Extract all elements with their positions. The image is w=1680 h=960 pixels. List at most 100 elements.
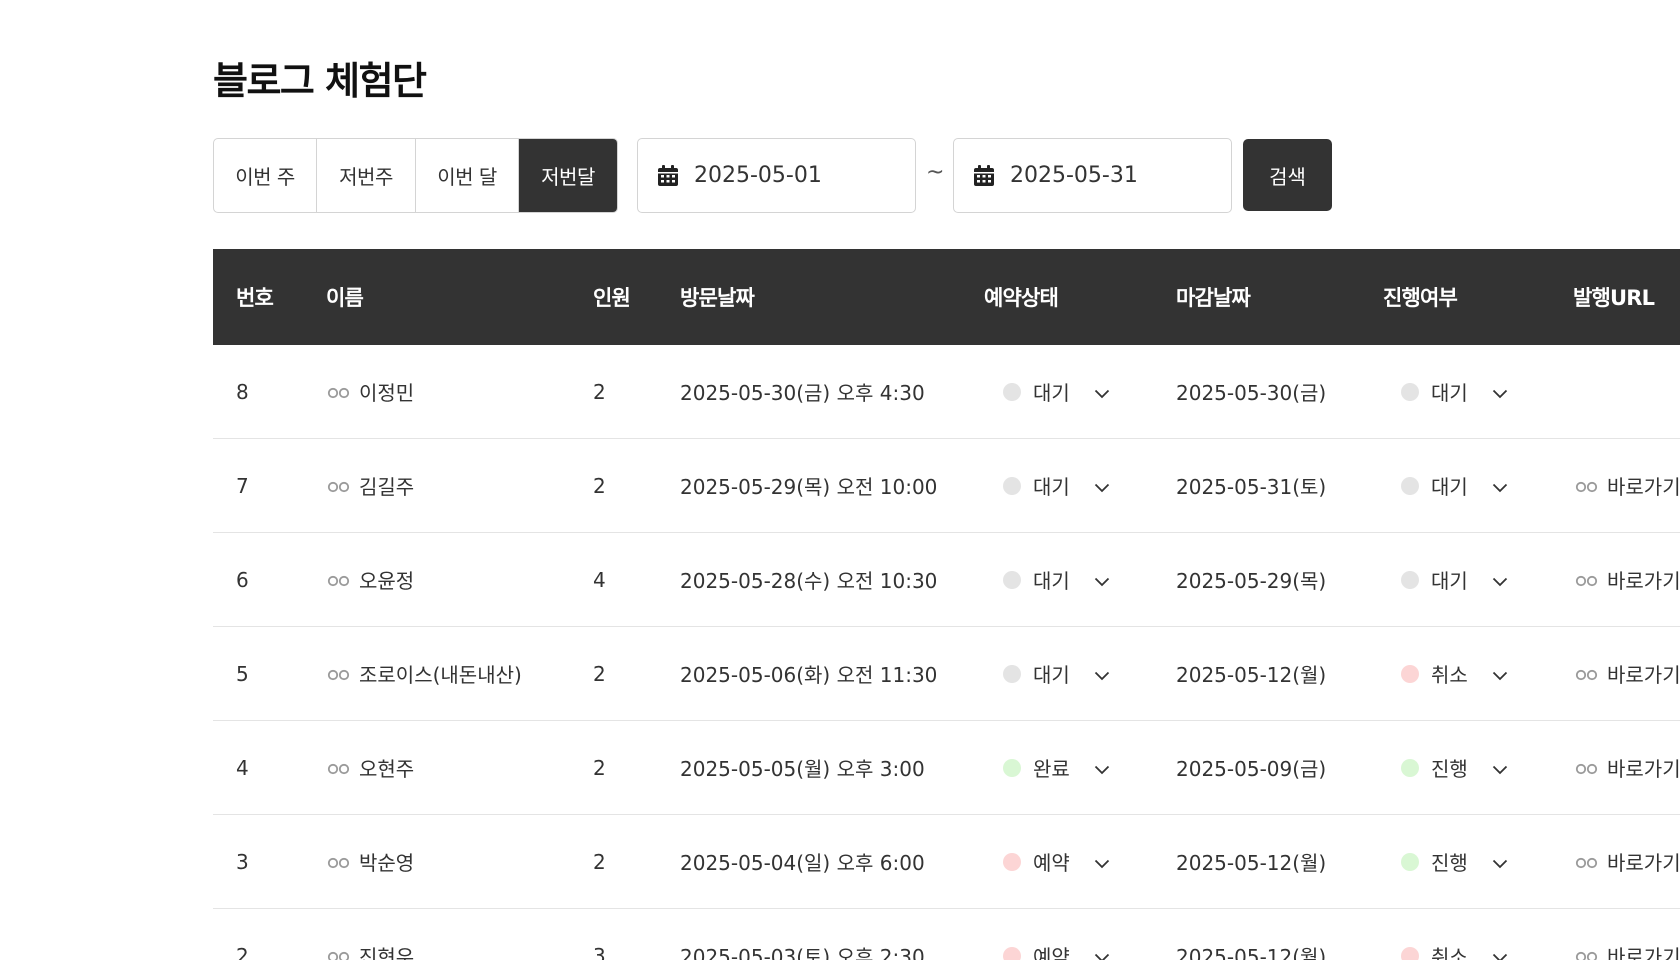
- link-icon: [327, 380, 351, 404]
- progress-status-text: 대기: [1431, 569, 1468, 593]
- table-header: 번호 이름 인원 방문날짜 예약상태 마감날짜 진행여부 발행URL: [213, 249, 1680, 345]
- row-visit-date: 2025-05-03(토) 오후 2:30: [680, 945, 925, 960]
- goto-url-text: 바로가기: [1607, 663, 1680, 687]
- chevron-down-icon: [1094, 756, 1110, 780]
- goto-url-link[interactable]: 바로가기: [1575, 909, 1680, 960]
- table-row: 6 오윤정 4 2025-05-28(수) 오전 10:30 대기 2025-05-29(…: [213, 533, 1680, 627]
- reservation-status-text: 예약: [1033, 945, 1070, 960]
- row-people: 2: [593, 379, 606, 404]
- link-icon: [327, 756, 351, 780]
- row-name: 조로이스(내돈내산): [327, 627, 522, 720]
- goto-url-text: 바로가기: [1607, 569, 1680, 593]
- link-icon: [1575, 850, 1599, 874]
- reservation-status-text: 대기: [1033, 663, 1070, 687]
- header-no: 번호: [236, 286, 274, 310]
- progress-status-select[interactable]: 대기: [1401, 439, 1508, 532]
- row-visit-date: 2025-05-04(일) 오후 6:00: [680, 851, 925, 875]
- header-reservation-status: 예약상태: [984, 286, 1059, 310]
- reservation-status-select[interactable]: 완료: [1003, 721, 1110, 814]
- reservation-status-select[interactable]: 대기: [1003, 627, 1110, 720]
- row-no: 5: [236, 661, 249, 686]
- row-name: 오윤정: [327, 533, 414, 626]
- goto-url-text: 바로가기: [1607, 851, 1680, 875]
- row-deadline: 2025-05-12(월): [1176, 945, 1327, 960]
- row-name-text: 김길주: [359, 475, 415, 499]
- progress-status-select[interactable]: 대기: [1401, 345, 1508, 438]
- row-name: 오현주: [327, 721, 414, 814]
- period-this-month-button[interactable]: 이번 달: [416, 139, 519, 212]
- status-dot: [1401, 758, 1419, 777]
- reservation-status-select[interactable]: 대기: [1003, 533, 1110, 626]
- row-name: 진현우: [327, 909, 414, 960]
- link-icon: [1575, 474, 1599, 498]
- status-dot: [1003, 570, 1021, 589]
- reservation-status-text: 완료: [1033, 757, 1070, 781]
- row-no: 2: [236, 943, 249, 960]
- status-dot: [1401, 382, 1419, 401]
- row-name-text: 이정민: [359, 381, 415, 405]
- table-row: 4 오현주 2 2025-05-05(월) 오후 3:00 완료 2025-05-09(금…: [213, 721, 1680, 815]
- table-row: 2 진현우 3 2025-05-03(토) 오후 2:30 예약 2025-05-12(월…: [213, 909, 1680, 960]
- progress-status-select[interactable]: 대기: [1401, 533, 1508, 626]
- reservation-status-select[interactable]: 예약: [1003, 815, 1110, 908]
- row-no: 6: [236, 567, 249, 592]
- goto-url-link[interactable]: 바로가기: [1575, 439, 1680, 532]
- end-date-input[interactable]: 2025-05-31: [953, 138, 1232, 213]
- link-icon: [1575, 568, 1599, 592]
- calendar-icon: [658, 164, 678, 186]
- progress-status-select[interactable]: 진행: [1401, 721, 1508, 814]
- goto-url-link[interactable]: 바로가기: [1575, 815, 1680, 908]
- row-visit-date: 2025-05-06(화) 오전 11:30: [680, 663, 938, 687]
- row-deadline: 2025-05-12(월): [1176, 851, 1327, 875]
- reservation-status-select[interactable]: 대기: [1003, 345, 1110, 438]
- header-people: 인원: [593, 286, 631, 310]
- reservation-status-select[interactable]: 대기: [1003, 439, 1110, 532]
- search-button[interactable]: 검색: [1243, 139, 1332, 211]
- start-date-input[interactable]: 2025-05-01: [637, 138, 916, 213]
- row-people: 2: [593, 661, 606, 686]
- table-row: 5 조로이스(내돈내산) 2 2025-05-06(화) 오전 11:30 대기 2025…: [213, 627, 1680, 721]
- row-people: 4: [593, 567, 606, 592]
- chevron-down-icon: [1492, 944, 1508, 960]
- status-dot: [1003, 476, 1021, 495]
- chevron-down-icon: [1492, 380, 1508, 404]
- link-icon: [1575, 944, 1599, 960]
- status-dot: [1401, 664, 1419, 683]
- table-row: 8 이정민 2 2025-05-30(금) 오후 4:30 대기 2025-05-30(금…: [213, 345, 1680, 439]
- period-last-week-button[interactable]: 저번주: [317, 139, 416, 212]
- row-visit-date: 2025-05-05(월) 오후 3:00: [680, 757, 925, 781]
- reservation-status-text: 대기: [1033, 381, 1070, 405]
- progress-status-text: 취소: [1431, 945, 1468, 960]
- goto-url-link[interactable]: 바로가기: [1575, 627, 1680, 720]
- status-dot: [1401, 570, 1419, 589]
- chevron-down-icon: [1492, 662, 1508, 686]
- row-people: 2: [593, 473, 606, 498]
- row-people: 2: [593, 849, 606, 874]
- period-this-week-button[interactable]: 이번 주: [214, 139, 317, 212]
- row-visit-date: 2025-05-30(금) 오후 4:30: [680, 381, 925, 405]
- row-deadline: 2025-05-09(금): [1176, 757, 1327, 781]
- status-dot: [1401, 476, 1419, 495]
- goto-url-link[interactable]: 바로가기: [1575, 721, 1680, 814]
- row-people: 3: [593, 943, 606, 960]
- progress-status-text: 취소: [1431, 663, 1468, 687]
- header-name: 이름: [326, 286, 364, 310]
- period-last-month-button[interactable]: 저번달: [519, 139, 617, 212]
- row-no: 4: [236, 755, 249, 780]
- goto-url-link[interactable]: 바로가기: [1575, 533, 1680, 626]
- reservation-table: 번호 이름 인원 방문날짜 예약상태 마감날짜 진행여부 발행URL 8 이정민 2…: [213, 249, 1680, 960]
- calendar-icon: [974, 164, 994, 186]
- progress-status-select[interactable]: 취소: [1401, 909, 1508, 960]
- chevron-down-icon: [1492, 756, 1508, 780]
- chevron-down-icon: [1492, 474, 1508, 498]
- progress-status-text: 대기: [1431, 475, 1468, 499]
- link-icon: [327, 568, 351, 592]
- reservation-status-text: 예약: [1033, 851, 1070, 875]
- row-name-text: 조로이스(내돈내산): [359, 663, 522, 687]
- chevron-down-icon: [1094, 474, 1110, 498]
- progress-status-select[interactable]: 취소: [1401, 627, 1508, 720]
- progress-status-text: 대기: [1431, 381, 1468, 405]
- reservation-status-select[interactable]: 예약: [1003, 909, 1110, 960]
- progress-status-select[interactable]: 진행: [1401, 815, 1508, 908]
- table-body: 8 이정민 2 2025-05-30(금) 오후 4:30 대기 2025-05-30(금…: [213, 345, 1680, 960]
